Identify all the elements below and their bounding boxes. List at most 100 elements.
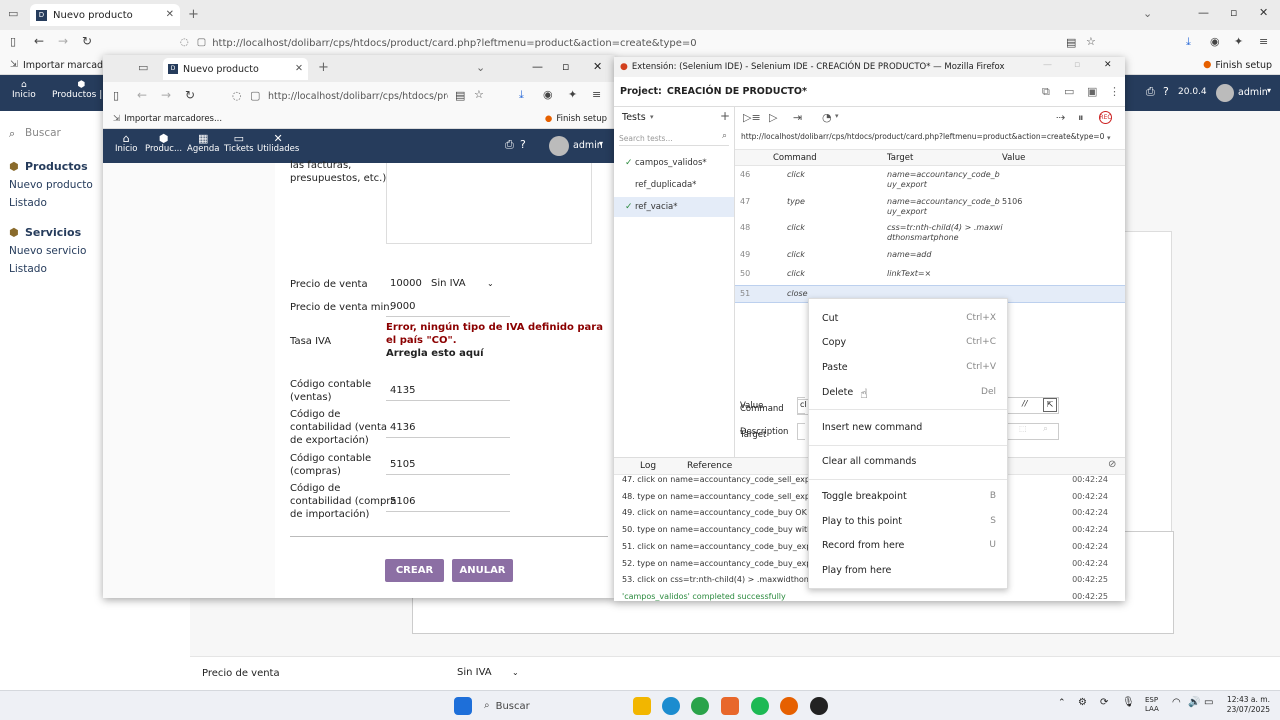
step-icon[interactable]: ⇥ <box>793 112 802 123</box>
edge-icon[interactable] <box>662 697 680 715</box>
tests-chevron-icon[interactable]: ▾ <box>650 114 654 121</box>
cc-import-input[interactable]: 5106 <box>390 496 415 507</box>
close-window-icon[interactable]: ✕ <box>1259 7 1268 18</box>
cc-compras-input[interactable]: 5105 <box>390 459 415 470</box>
anular-button[interactable]: ANULAR <box>452 559 513 582</box>
minimize-icon[interactable]: — <box>1198 7 1209 18</box>
reload-icon[interactable]: ↻ <box>185 89 195 101</box>
volume-icon[interactable]: 🔊 <box>1188 698 1200 708</box>
sidebar-toggle-icon[interactable]: ▯ <box>113 90 119 101</box>
inner-menu-inicio[interactable]: ⌂ Inicio <box>115 133 138 154</box>
windows-start-icon[interactable] <box>454 697 472 715</box>
new-project-icon[interactable]: ⧉ <box>1042 86 1050 97</box>
context-menu-item-play-to-this-point[interactable]: Play to this point S <box>809 509 1009 533</box>
base-url-chevron-icon[interactable]: ▾ <box>1107 135 1111 142</box>
clear-log-icon[interactable]: ⊘ <box>1108 460 1116 470</box>
test-item-selected[interactable]: ✓ ref_vacia* <box>614 197 734 217</box>
inner-menu-tickets[interactable]: ▭ Tickets <box>224 133 254 154</box>
search-tests-input[interactable]: Search tests... ⌕ <box>619 131 729 146</box>
sidebar-servicios-heading[interactable]: Servicios <box>25 226 81 239</box>
description-textarea[interactable] <box>386 163 592 244</box>
close-window-icon[interactable]: ✕ <box>1104 61 1112 70</box>
file-explorer-icon[interactable] <box>633 697 651 715</box>
user-chevron-icon[interactable]: ▾ <box>1267 87 1271 95</box>
tab-overview-icon[interactable]: ▭ <box>138 62 148 73</box>
reader-view-icon[interactable]: ▤ <box>455 90 465 101</box>
context-menu-item-copy[interactable]: Copy Ctrl+C <box>809 330 1009 354</box>
menu-icon[interactable]: ≡ <box>1259 36 1268 47</box>
close-tab-icon[interactable]: ✕ <box>166 10 174 20</box>
command-row[interactable]: 47 type name=accountancy_code_b uy_export 5… <box>735 194 1125 218</box>
pause-icon[interactable]: ⏸ <box>1078 112 1084 123</box>
wifi-icon[interactable]: ◠ <box>1172 698 1181 708</box>
extensions-icon[interactable]: ✦ <box>568 89 577 100</box>
downloads-icon[interactable]: ⤓ <box>519 89 524 100</box>
maximize-icon[interactable]: ▫ <box>562 61 569 72</box>
xampp-icon[interactable] <box>721 697 739 715</box>
cc-export-input[interactable]: 4136 <box>390 422 415 433</box>
inner-menu-utilidades[interactable]: ✕ Utilidades <box>257 133 299 154</box>
downloads-icon[interactable]: ⤓ <box>1186 36 1191 47</box>
command-row[interactable]: 48 click css=tr:nth-child(4) > .maxwi dtho… <box>735 220 1125 244</box>
close-tab-icon[interactable]: ✕ <box>295 64 303 74</box>
close-window-icon[interactable]: ✕ <box>593 61 602 72</box>
sidebar-productos-heading[interactable]: Productos <box>25 160 88 173</box>
tab-list-chevron-icon[interactable]: ⌄ <box>476 62 485 73</box>
tray-chevron-icon[interactable]: ⌃ <box>1058 699 1066 708</box>
context-menu-item-record-from-here[interactable]: Record from here U <box>809 533 1009 557</box>
inner-url-bar[interactable]: http://localhost/dolibarr/cps/htdocs/pro… <box>268 86 448 106</box>
forward-icon[interactable]: → <box>58 35 68 47</box>
test-item[interactable]: ref_duplicada* <box>614 175 734 195</box>
outer-url-bar[interactable]: ◌ ▢ http://localhost/dolibarr/cps/htdocs… <box>180 34 1060 52</box>
outer-precio-venta-tax[interactable]: Sin IVA <box>457 667 492 678</box>
speed-chevron-icon[interactable]: ▾ <box>835 113 839 120</box>
tray-mic-icon[interactable]: 🎙 <box>1122 698 1135 708</box>
tab-list-chevron-icon[interactable]: ⌄ <box>1143 8 1152 19</box>
extensions-icon[interactable]: ✦ <box>1234 36 1243 47</box>
run-all-icon[interactable]: ▷≡ <box>743 112 761 123</box>
precio-venta-input[interactable]: 10000 <box>390 278 422 289</box>
inner-finish-setup[interactable]: Finish setup <box>556 114 607 124</box>
context-menu-item-toggle-breakpoint[interactable]: Toggle breakpoint B <box>809 484 1009 508</box>
more-options-icon[interactable]: ⋮ <box>1109 86 1120 97</box>
account-icon[interactable]: ◉ <box>1210 36 1220 47</box>
inner-menu-productos[interactable]: ⬢ Produc... <box>145 133 182 154</box>
precio-minimo-input[interactable]: 9000 <box>390 301 415 312</box>
reload-icon[interactable]: ↻ <box>82 35 92 47</box>
outer-finish-setup[interactable]: Finish setup <box>1215 60 1272 71</box>
base-url-select[interactable]: http://localhost/dolibarr/cps/htdocs/pro… <box>741 132 1121 147</box>
taskbar-search[interactable]: ⌕ Buscar <box>484 696 624 716</box>
battery-icon[interactable]: ▭ <box>1204 698 1213 708</box>
outer-menu-inicio[interactable]: ⌂ Inicio <box>12 81 36 101</box>
editor-value-input-end[interactable] <box>1003 397 1059 414</box>
print-icon[interactable]: ⎙ <box>505 139 514 150</box>
help-icon[interactable]: ? <box>520 139 526 150</box>
crear-button[interactable]: CREAR <box>385 559 444 582</box>
precio-venta-tax-select[interactable]: Sin IVA <box>431 278 466 289</box>
sidebar-nuevo-servicio[interactable]: Nuevo servicio <box>9 245 86 257</box>
sidebar-listado-servicios[interactable]: Listado <box>9 263 47 275</box>
reader-view-icon[interactable]: ▤ <box>1066 37 1076 48</box>
app-icon[interactable] <box>810 697 828 715</box>
avatar[interactable] <box>1216 84 1234 102</box>
speed-icon[interactable]: ◔ <box>822 112 832 123</box>
tests-dropdown[interactable]: Tests <box>622 112 646 123</box>
back-icon[interactable]: ← <box>137 89 147 101</box>
forward-icon[interactable]: → <box>161 89 171 101</box>
tray-app-icon[interactable]: ⚙ <box>1078 698 1087 708</box>
user-chevron-icon[interactable]: ▾ <box>599 140 603 148</box>
test-item[interactable]: ✓ campos_validos* <box>614 153 734 173</box>
tab-overview-icon[interactable]: ▭ <box>8 8 18 19</box>
cc-ventas-input[interactable]: 4135 <box>390 385 415 396</box>
sidebar-toggle-icon[interactable]: ▯ <box>10 36 16 47</box>
bookmark-star-icon[interactable]: ☆ <box>474 89 484 100</box>
help-icon[interactable]: ? <box>1163 86 1169 97</box>
editor-value-input[interactable] <box>797 397 805 414</box>
tray-clock[interactable]: 12:43 a. m. 23/07/2025 <box>1222 695 1270 715</box>
command-row[interactable]: 46 click name=accountancy_code_b uy_export <box>735 167 1125 191</box>
outer-user-name[interactable]: admin <box>1238 87 1268 98</box>
sidebar-listado-productos[interactable]: Listado <box>9 197 47 209</box>
spotify-icon[interactable] <box>751 697 769 715</box>
context-menu-item-insert-new-command[interactable]: Insert new command <box>809 415 1009 439</box>
print-icon[interactable]: ⎙ <box>1146 86 1155 97</box>
